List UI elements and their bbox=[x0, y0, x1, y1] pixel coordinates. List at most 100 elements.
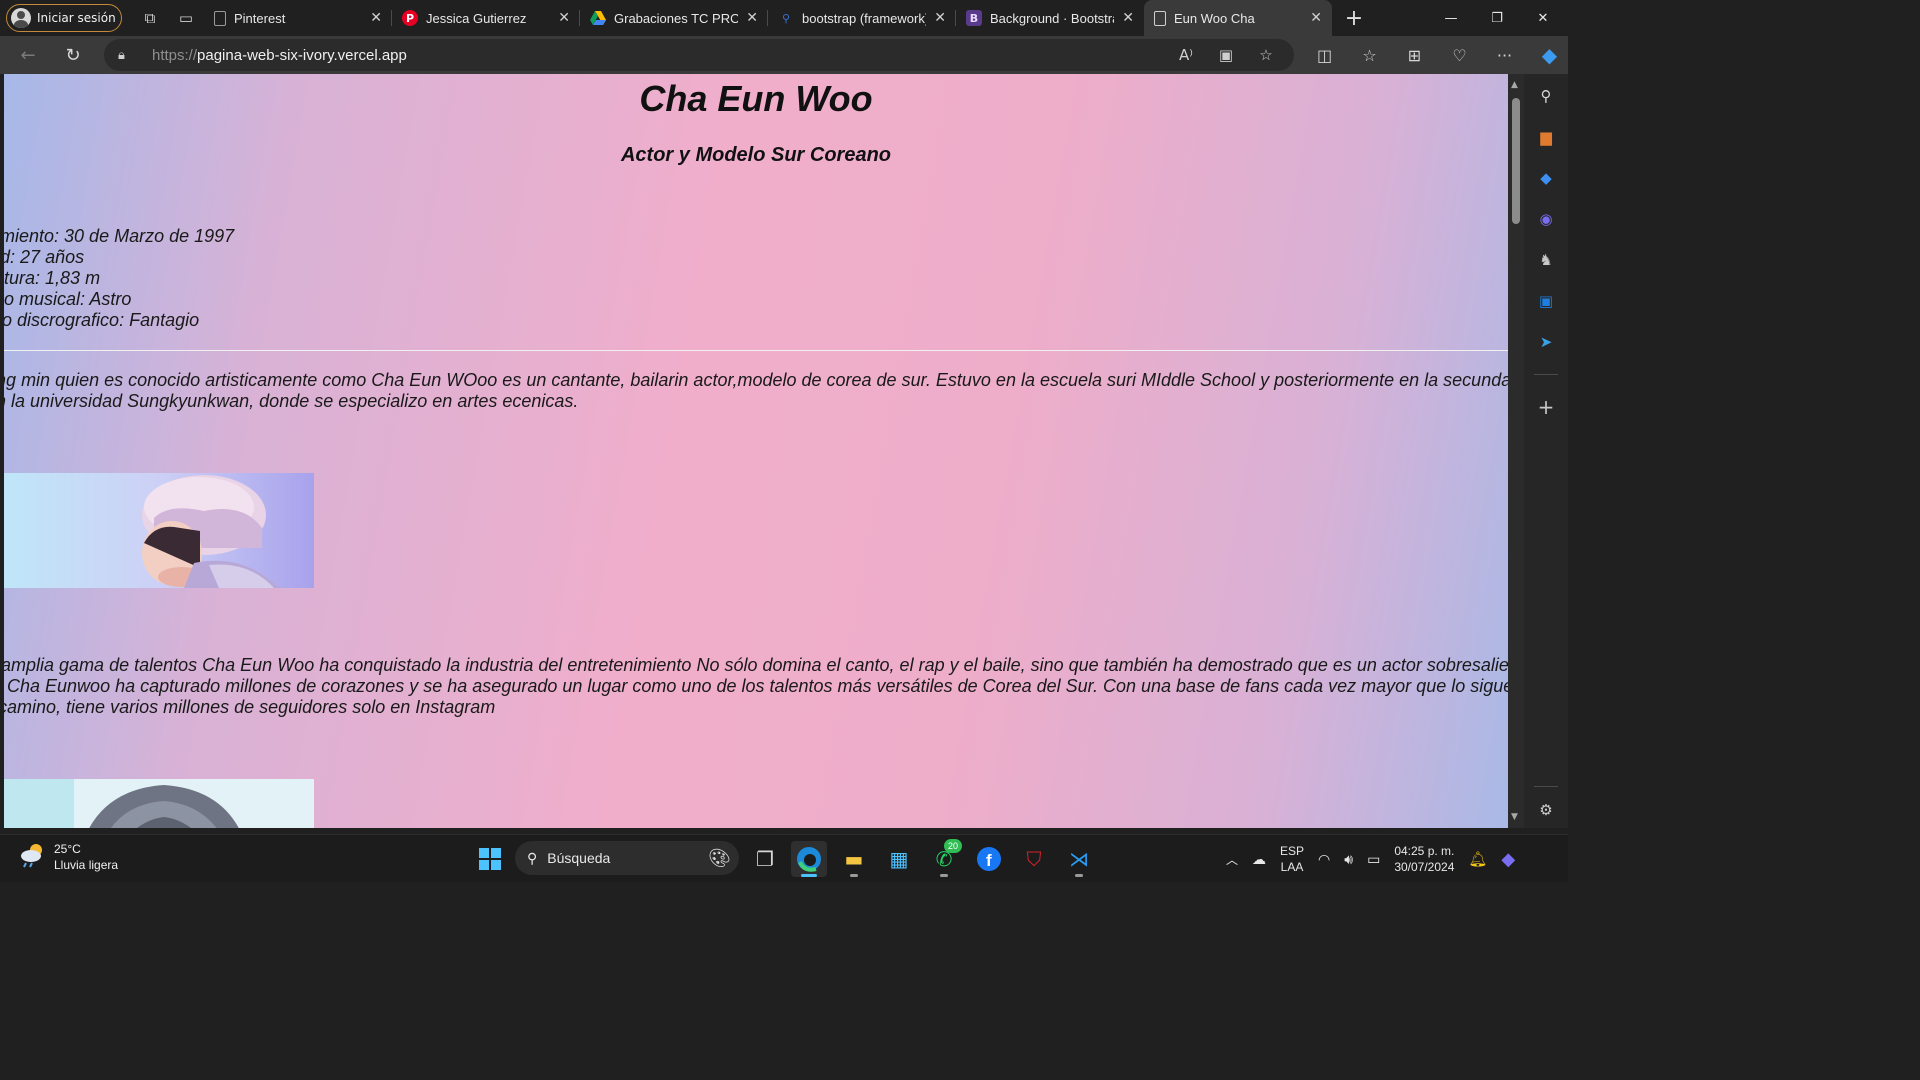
url-host: pagina-web-six-ivory.vercel.app bbox=[197, 46, 407, 64]
svg-text:f: f bbox=[986, 851, 992, 870]
close-window-icon[interactable]: ✕ bbox=[1520, 0, 1566, 36]
mcafee-icon[interactable]: ⛉ bbox=[1016, 841, 1052, 877]
onedrive-cloud-icon[interactable]: ☁ bbox=[1252, 851, 1266, 868]
close-tab-icon[interactable]: ✕ bbox=[1122, 10, 1134, 26]
career-line: os, Cha Eunwoo ha capturado millones de … bbox=[4, 676, 1508, 696]
favorites-icon[interactable]: ☆ bbox=[1347, 46, 1392, 65]
facebook-icon[interactable]: f bbox=[971, 841, 1007, 877]
scroll-down-icon[interactable]: ▼ bbox=[1511, 812, 1518, 822]
chevron-up-icon[interactable]: ︿ bbox=[1226, 851, 1238, 868]
tab-eun-woo-cha[interactable]: Eun Woo Cha ✕ bbox=[1144, 0, 1332, 36]
browser-toolbar: ← ↻ 🔒︎ https://pagina-web-six-ivory.verc… bbox=[0, 36, 1568, 74]
battery-icon[interactable]: ▭ bbox=[1367, 851, 1380, 868]
tab-pinterest[interactable]: Pinterest ✕ bbox=[204, 0, 392, 36]
scroll-up-icon[interactable]: ▲ bbox=[1511, 80, 1518, 90]
fact-height: Estatura: 1,83 m bbox=[4, 268, 101, 288]
whatsapp-icon[interactable]: ✆ 20 bbox=[926, 839, 962, 877]
workspaces-icon[interactable]: ⧉ bbox=[132, 3, 168, 33]
scrollbar-thumb[interactable] bbox=[1512, 98, 1520, 224]
edge-browser-icon[interactable] bbox=[791, 841, 827, 877]
career-line: su camino, tiene varios millones de segu… bbox=[4, 697, 496, 717]
volume-icon[interactable]: 🔊︎ bbox=[1344, 851, 1353, 868]
vscode-icon[interactable]: ⋊ bbox=[1061, 841, 1097, 877]
search-icon[interactable]: ⚲ bbox=[1532, 82, 1560, 110]
split-screen-icon[interactable]: ◫ bbox=[1302, 46, 1347, 65]
bio-line: en la universidad Sungkyunkwan, donde se… bbox=[4, 391, 579, 411]
clock-date: 30/07/2024 bbox=[1394, 860, 1455, 874]
lock-icon[interactable]: 🔒︎ bbox=[118, 48, 138, 63]
sidebar-divider bbox=[1534, 374, 1558, 375]
second-photo bbox=[4, 779, 314, 828]
add-icon[interactable]: + bbox=[1532, 393, 1560, 421]
tab-jessica-gutierrez[interactable]: P Jessica Gutierrez ✕ bbox=[392, 0, 580, 36]
microsoft-store-icon[interactable]: ▦ bbox=[881, 841, 917, 877]
close-tab-icon[interactable]: ✕ bbox=[746, 10, 758, 26]
tab-label: bootstrap (framework) bbox=[802, 10, 927, 26]
profile-label: Iniciar sesión bbox=[37, 11, 116, 25]
tab-actions-icon[interactable]: ▭ bbox=[168, 3, 204, 33]
new-tab-icon[interactable]: + bbox=[1336, 3, 1372, 33]
settings-gear-icon[interactable]: ⚙ bbox=[1532, 796, 1560, 824]
url-text[interactable]: https://pagina-web-six-ivory.vercel.app bbox=[152, 47, 407, 64]
whatsapp-badge: 20 bbox=[944, 839, 962, 853]
close-tab-icon[interactable]: ✕ bbox=[934, 10, 946, 26]
collections-icon[interactable]: ⊞ bbox=[1392, 46, 1437, 65]
tab-label: Grabaciones TC PRO B bbox=[614, 10, 739, 26]
more-options-icon[interactable]: ··· bbox=[1482, 46, 1527, 65]
keyboard-layout: LAA bbox=[1280, 860, 1304, 874]
favorite-star-icon[interactable]: ☆ bbox=[1248, 46, 1284, 64]
search-placeholder: Búsqueda bbox=[547, 850, 611, 866]
tab-bootstrap-search[interactable]: ⚲ bootstrap (framework) ✕ bbox=[768, 0, 956, 36]
close-tab-icon[interactable]: ✕ bbox=[1310, 10, 1322, 26]
address-bar[interactable]: 🔒︎ https://pagina-web-six-ivory.vercel.a… bbox=[104, 39, 1294, 71]
sidebar-divider bbox=[1534, 786, 1558, 787]
copilot-icon[interactable]: ◆ bbox=[1527, 43, 1572, 67]
task-view-icon[interactable]: ❐ bbox=[747, 841, 783, 877]
close-tab-icon[interactable]: ✕ bbox=[558, 10, 570, 26]
read-aloud-icon[interactable]: A⁾ bbox=[1168, 46, 1204, 64]
restore-icon[interactable]: ❐ bbox=[1474, 0, 1520, 36]
page-scrollbar[interactable]: ▲ ▼ bbox=[1508, 74, 1524, 828]
tab-label: Jessica Gutierrez bbox=[426, 10, 527, 26]
search-icon: ⚲ bbox=[781, 11, 791, 25]
weather-widget[interactable]: 25°C Lluvia ligera bbox=[18, 841, 118, 873]
url-prefix: https:// bbox=[152, 46, 198, 64]
fact-label: Sello discrografico: Fantagio bbox=[4, 310, 200, 330]
bio-paragraph: Lee Dong min quien es conocido artistica… bbox=[4, 370, 1508, 412]
copilot-sidebar-icon[interactable]: ◉ bbox=[1532, 205, 1560, 233]
back-icon[interactable]: ← bbox=[10, 39, 46, 71]
clock-time: 04:25 p. m. bbox=[1394, 844, 1455, 858]
tools-briefcase-icon[interactable]: ▆ bbox=[1532, 123, 1560, 151]
windows-taskbar: 25°C Lluvia ligera ⚲ Búsqueda 🎨︎ ❐ ▬ ▦ ✆… bbox=[0, 834, 1568, 882]
weather-temp: 25°C bbox=[54, 842, 81, 856]
send-icon[interactable]: ➤ bbox=[1532, 328, 1560, 356]
file-explorer-icon[interactable]: ▬ bbox=[836, 841, 872, 877]
page-viewport: Cha Eun Woo Actor y Modelo Sur Coreano N… bbox=[4, 74, 1508, 828]
bio-line: Lee Dong min quien es conocido artistica… bbox=[4, 370, 1508, 390]
taskbar-search[interactable]: ⚲ Búsqueda 🎨︎ bbox=[515, 841, 739, 875]
wifi-icon[interactable]: ◠ bbox=[1318, 851, 1330, 868]
avatar-icon bbox=[11, 8, 31, 28]
browser-essentials-icon[interactable]: ♡ bbox=[1437, 46, 1482, 65]
immersive-reader-icon[interactable]: ▣ bbox=[1208, 46, 1244, 64]
bootstrap-icon: B bbox=[966, 10, 982, 26]
notification-bell-icon[interactable]: 🔔︎ bbox=[1468, 850, 1487, 868]
tab-background-bootstrap[interactable]: B Background · Bootstra ✕ bbox=[956, 0, 1144, 36]
clock[interactable]: 04:25 p. m. 30/07/2024 bbox=[1394, 843, 1454, 875]
page-subtitle: Actor y Modelo Sur Coreano bbox=[620, 144, 892, 166]
page-icon bbox=[1154, 10, 1166, 26]
start-windows-icon[interactable] bbox=[472, 841, 508, 877]
tab-label: Background · Bootstra bbox=[990, 10, 1115, 26]
shopping-tag-icon[interactable]: ◆ bbox=[1532, 164, 1560, 192]
refresh-icon[interactable]: ↻ bbox=[55, 39, 91, 71]
games-icon[interactable]: ♞ bbox=[1532, 246, 1560, 274]
language-indicator[interactable]: ESP LAA bbox=[1280, 843, 1304, 875]
minimize-icon[interactable]: — bbox=[1428, 0, 1474, 36]
tab-grabaciones[interactable]: Grabaciones TC PRO B ✕ bbox=[580, 0, 768, 36]
outlook-icon[interactable]: ▣ bbox=[1532, 287, 1560, 315]
profile-button[interactable]: Iniciar sesión bbox=[6, 4, 122, 32]
close-tab-icon[interactable]: ✕ bbox=[370, 10, 382, 26]
language-code: ESP bbox=[1280, 844, 1305, 858]
pinterest-icon: P bbox=[402, 10, 418, 26]
copilot-taskbar-icon[interactable]: ◆ bbox=[1501, 849, 1515, 870]
